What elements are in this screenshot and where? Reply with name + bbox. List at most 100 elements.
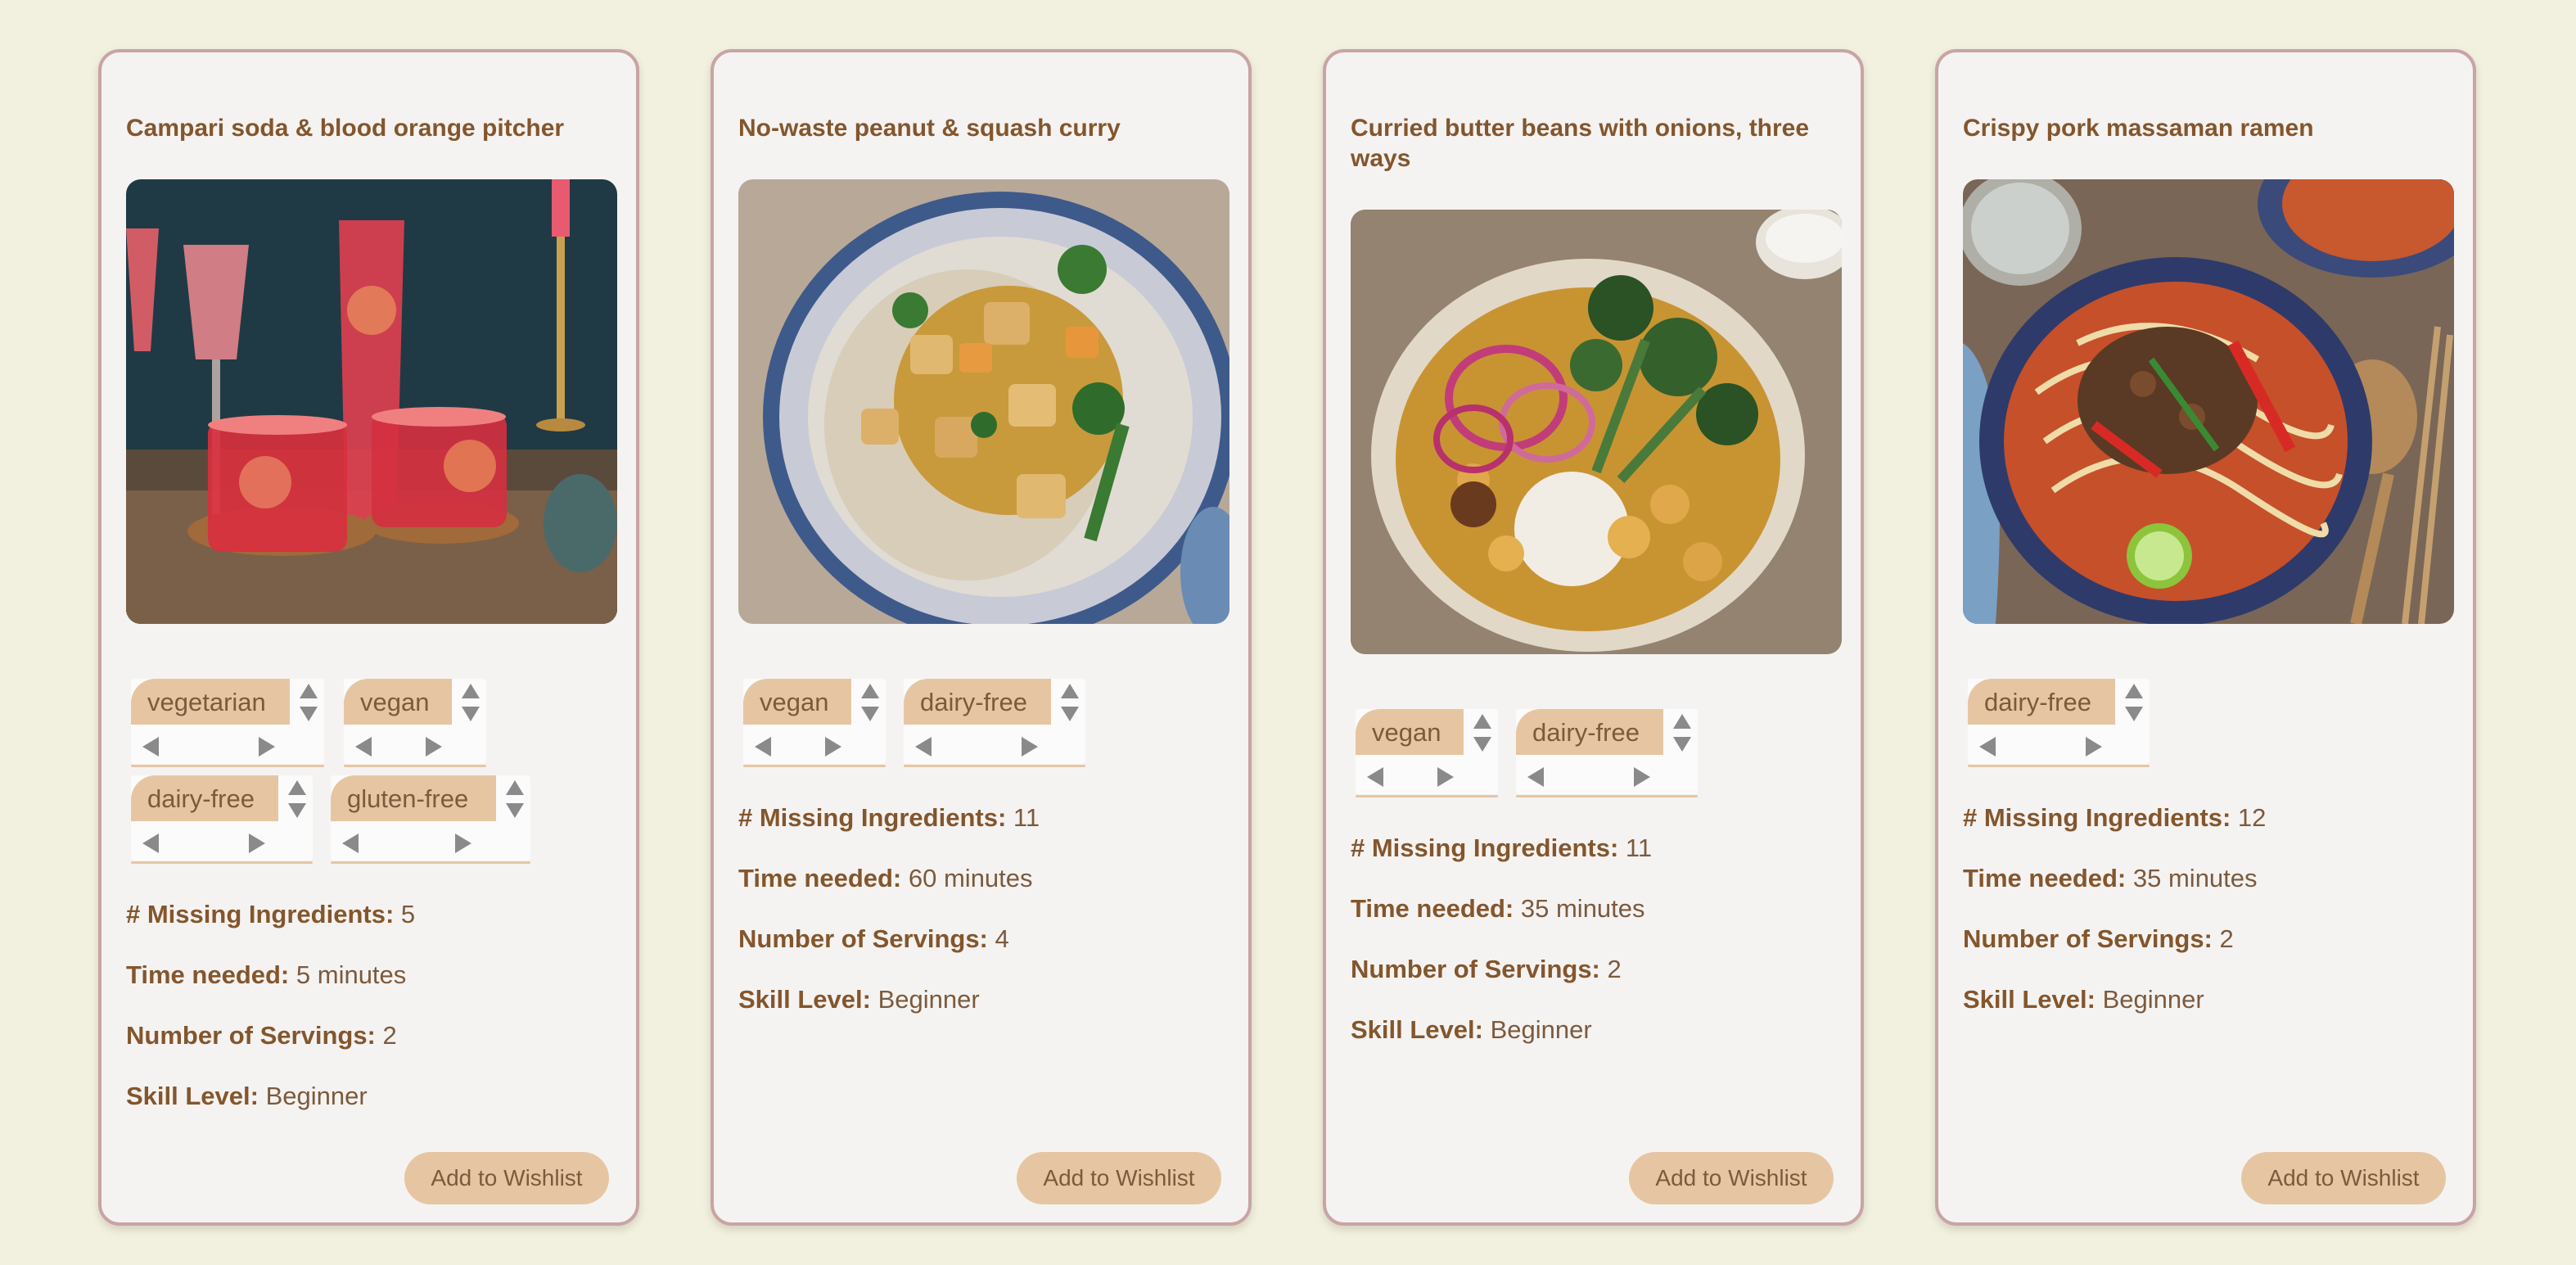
missing-ingredients: # Missing Ingredients: 5	[126, 899, 617, 960]
spinner-up-icon[interactable]	[1473, 714, 1491, 729]
diet-tag[interactable]: vegan	[344, 679, 486, 767]
diet-tag[interactable]: dairy-free	[904, 679, 1085, 767]
tag-spinner[interactable]	[291, 680, 324, 726]
spinner-down-icon[interactable]	[2125, 707, 2143, 721]
tag-underline	[1968, 765, 2150, 767]
scroll-right-icon[interactable]	[1634, 767, 1650, 787]
missing-ingredients: # Missing Ingredients: 11	[1351, 833, 1842, 893]
tag-spinner[interactable]	[453, 680, 486, 726]
scroll-right-icon[interactable]	[825, 737, 841, 757]
tag-scrollbar[interactable]	[138, 734, 285, 757]
scroll-left-icon[interactable]	[755, 737, 771, 757]
tag-scrollbar[interactable]	[1362, 765, 1460, 788]
recipe-image	[1351, 210, 1842, 654]
scroll-left-icon[interactable]	[142, 737, 159, 757]
recipe-image	[1963, 179, 2454, 624]
diet-tag[interactable]: dairy-free	[1968, 679, 2150, 767]
scroll-left-icon[interactable]	[915, 737, 932, 757]
tag-scrollbar[interactable]	[1974, 734, 2114, 757]
tag-underline	[1356, 795, 1498, 797]
tag-underline	[904, 765, 1085, 767]
tag-scrollbar[interactable]	[1523, 765, 1662, 788]
recipe-title: Crispy pork massaman ramen	[1963, 115, 2314, 142]
tag-scrollbar[interactable]	[350, 734, 449, 757]
servings-value: 2	[2219, 924, 2234, 953]
tag-spinner[interactable]	[1465, 711, 1498, 757]
tag-underline	[131, 861, 313, 864]
scroll-left-icon[interactable]	[142, 834, 159, 853]
tag-label: vegan	[1356, 709, 1464, 755]
scroll-left-icon[interactable]	[1367, 767, 1383, 787]
servings-value: 4	[995, 924, 1009, 953]
time-needed-value: 5 minutes	[295, 960, 407, 989]
tag-scrollbar[interactable]	[910, 734, 1049, 757]
spinner-down-icon[interactable]	[1473, 737, 1491, 752]
tag-spinner[interactable]	[280, 777, 313, 823]
scroll-right-icon[interactable]	[249, 834, 265, 853]
spinner-down-icon[interactable]	[1673, 737, 1691, 752]
scroll-left-icon[interactable]	[1527, 767, 1544, 787]
time-needed-value: 60 minutes	[908, 864, 1033, 892]
recipe-card: Crispy pork massaman ramen dairy-free # …	[1935, 49, 2476, 1226]
tag-spinner[interactable]	[853, 680, 886, 726]
tag-scrollbar[interactable]	[138, 831, 277, 854]
add-to-wishlist-button[interactable]: Add to Wishlist	[1017, 1152, 1221, 1204]
spinner-up-icon[interactable]	[861, 684, 879, 698]
scroll-right-icon[interactable]	[2086, 737, 2102, 757]
spinner-up-icon[interactable]	[1673, 714, 1691, 729]
recipe-details: # Missing Ingredients: 5 Time needed: 5 …	[126, 899, 617, 1141]
servings-label: Number of Servings:	[126, 1021, 376, 1050]
time-needed-label: Time needed:	[738, 864, 902, 892]
diet-tag[interactable]: vegan	[743, 679, 886, 767]
scroll-right-icon[interactable]	[259, 737, 275, 757]
scroll-right-icon[interactable]	[1022, 737, 1038, 757]
spinner-up-icon[interactable]	[1061, 684, 1079, 698]
spinner-down-icon[interactable]	[506, 803, 524, 818]
scroll-right-icon[interactable]	[1437, 767, 1454, 787]
tag-spinner[interactable]	[1053, 680, 1085, 726]
spinner-up-icon[interactable]	[506, 780, 524, 795]
tag-label: vegetarian	[131, 679, 290, 725]
add-to-wishlist-button[interactable]: Add to Wishlist	[1629, 1152, 1834, 1204]
skill-level: Skill Level: Beginner	[126, 1081, 617, 1141]
tag-spinner[interactable]	[2117, 680, 2150, 726]
spinner-up-icon[interactable]	[462, 684, 480, 698]
diet-tag[interactable]: vegan	[1356, 709, 1498, 797]
missing-ingredients-label: # Missing Ingredients:	[738, 803, 1007, 832]
scroll-right-icon[interactable]	[455, 834, 471, 853]
scroll-left-icon[interactable]	[342, 834, 359, 853]
tag-label: dairy-free	[131, 775, 278, 821]
tag-scrollbar[interactable]	[337, 831, 485, 854]
spinner-up-icon[interactable]	[288, 780, 306, 795]
skill-level-value: Beginner	[265, 1082, 368, 1110]
diet-tag[interactable]: vegetarian	[131, 679, 324, 767]
time-needed-value: 35 minutes	[1520, 894, 1645, 923]
scroll-left-icon[interactable]	[1979, 737, 1996, 757]
scroll-left-icon[interactable]	[355, 737, 372, 757]
spinner-down-icon[interactable]	[1061, 707, 1079, 721]
servings: Number of Servings: 2	[126, 1020, 617, 1081]
recipe-details: # Missing Ingredients: 12 Time needed: 3…	[1963, 802, 2454, 1045]
tag-scrollbar[interactable]	[750, 734, 848, 757]
time-needed: Time needed: 35 minutes	[1963, 863, 2454, 924]
spinner-up-icon[interactable]	[300, 684, 318, 698]
recipe-title: No-waste peanut & squash curry	[738, 115, 1121, 142]
add-to-wishlist-button[interactable]: Add to Wishlist	[404, 1152, 609, 1204]
tag-spinner[interactable]	[1665, 711, 1698, 757]
diet-tag[interactable]: dairy-free	[131, 775, 313, 864]
recipe-card-grid: Campari soda & blood orange pitcher vege…	[0, 0, 2576, 1265]
spinner-down-icon[interactable]	[300, 707, 318, 721]
scroll-right-icon[interactable]	[426, 737, 442, 757]
spinner-down-icon[interactable]	[462, 707, 480, 721]
missing-ingredients-label: # Missing Ingredients:	[1963, 803, 2231, 832]
diet-tag[interactable]: dairy-free	[1516, 709, 1698, 797]
tag-underline	[1516, 795, 1698, 797]
add-to-wishlist-button[interactable]: Add to Wishlist	[2241, 1152, 2446, 1204]
spinner-down-icon[interactable]	[861, 707, 879, 721]
spinner-down-icon[interactable]	[288, 803, 306, 818]
diet-tag[interactable]: gluten-free	[331, 775, 530, 864]
tag-spinner[interactable]	[498, 777, 530, 823]
recipe-card: Campari soda & blood orange pitcher vege…	[98, 49, 639, 1226]
skill-level-label: Skill Level:	[1351, 1015, 1483, 1044]
spinner-up-icon[interactable]	[2125, 684, 2143, 698]
